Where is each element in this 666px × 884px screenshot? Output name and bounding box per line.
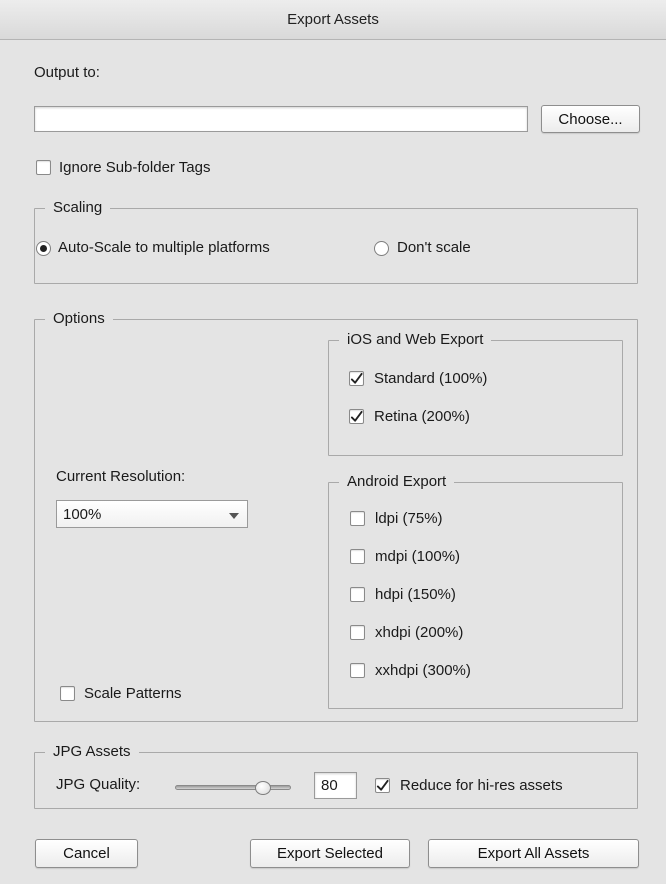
- output-path-field[interactable]: [34, 106, 528, 132]
- xxhdpi-label: xxhdpi (300%): [375, 662, 471, 679]
- slider-thumb[interactable]: [255, 781, 271, 795]
- ios-export-group: [328, 340, 623, 456]
- hdpi-checkbox[interactable]: [350, 587, 365, 602]
- auto-scale-radio[interactable]: [36, 241, 51, 256]
- retina-200-checkbox[interactable]: [349, 409, 364, 424]
- scale-patterns-checkbox[interactable]: [60, 686, 75, 701]
- checkmark-icon: [350, 410, 363, 422]
- ignore-subfolder-label: Ignore Sub-folder Tags: [59, 159, 211, 176]
- xxhdpi-checkbox[interactable]: [350, 663, 365, 678]
- hdpi-label: hdpi (150%): [375, 586, 456, 603]
- android-export-group: [328, 482, 623, 709]
- current-resolution-select[interactable]: 100%: [56, 500, 248, 528]
- jpg-quality-value: 80: [321, 777, 338, 794]
- chevron-down-icon: [229, 513, 239, 519]
- standard-100-checkbox[interactable]: [349, 371, 364, 386]
- jpg-quality-label: JPG Quality:: [56, 776, 141, 793]
- scale-patterns-label: Scale Patterns: [84, 685, 182, 702]
- xhdpi-label: xhdpi (200%): [375, 624, 464, 641]
- standard-100-label: Standard (100%): [374, 370, 488, 387]
- export-selected-button[interactable]: Export Selected: [250, 839, 410, 868]
- dont-scale-radio[interactable]: [374, 241, 389, 256]
- radio-selected-icon: [40, 245, 47, 252]
- retina-200-label: Retina (200%): [374, 408, 470, 425]
- xhdpi-checkbox[interactable]: [350, 625, 365, 640]
- reduce-hires-label: Reduce for hi-res assets: [400, 777, 563, 794]
- current-resolution-value: 100%: [63, 505, 102, 523]
- reduce-hires-checkbox[interactable]: [375, 778, 390, 793]
- ldpi-checkbox[interactable]: [350, 511, 365, 526]
- slider-track: [175, 785, 291, 790]
- dont-scale-label: Don't scale: [397, 239, 471, 256]
- window-titlebar[interactable]: Export Assets: [0, 0, 666, 40]
- jpg-quality-slider[interactable]: [175, 780, 291, 796]
- ldpi-label: ldpi (75%): [375, 510, 443, 527]
- jpg-quality-input[interactable]: 80: [314, 772, 357, 799]
- export-assets-dialog: Output to: Choose... Ignore Sub-folder T…: [0, 40, 666, 884]
- checkmark-icon: [376, 779, 389, 791]
- options-legend: Options: [45, 310, 113, 327]
- mdpi-label: mdpi (100%): [375, 548, 461, 565]
- android-export-legend: Android Export: [339, 473, 455, 490]
- choose-button[interactable]: Choose...: [541, 105, 640, 133]
- export-all-assets-button[interactable]: Export All Assets: [428, 839, 639, 868]
- ios-export-legend: iOS and Web Export: [339, 331, 492, 348]
- output-label: Output to:: [34, 64, 100, 81]
- auto-scale-label: Auto-Scale to multiple platforms: [58, 239, 270, 256]
- cancel-button[interactable]: Cancel: [35, 839, 138, 868]
- scaling-legend: Scaling: [45, 199, 111, 216]
- ignore-subfolder-checkbox[interactable]: [36, 160, 51, 175]
- output-path-value: [35, 110, 39, 127]
- mdpi-checkbox[interactable]: [350, 549, 365, 564]
- jpg-assets-legend: JPG Assets: [45, 743, 139, 760]
- checkmark-icon: [350, 372, 363, 384]
- window-title: Export Assets: [287, 11, 379, 28]
- current-resolution-label: Current Resolution:: [56, 468, 186, 485]
